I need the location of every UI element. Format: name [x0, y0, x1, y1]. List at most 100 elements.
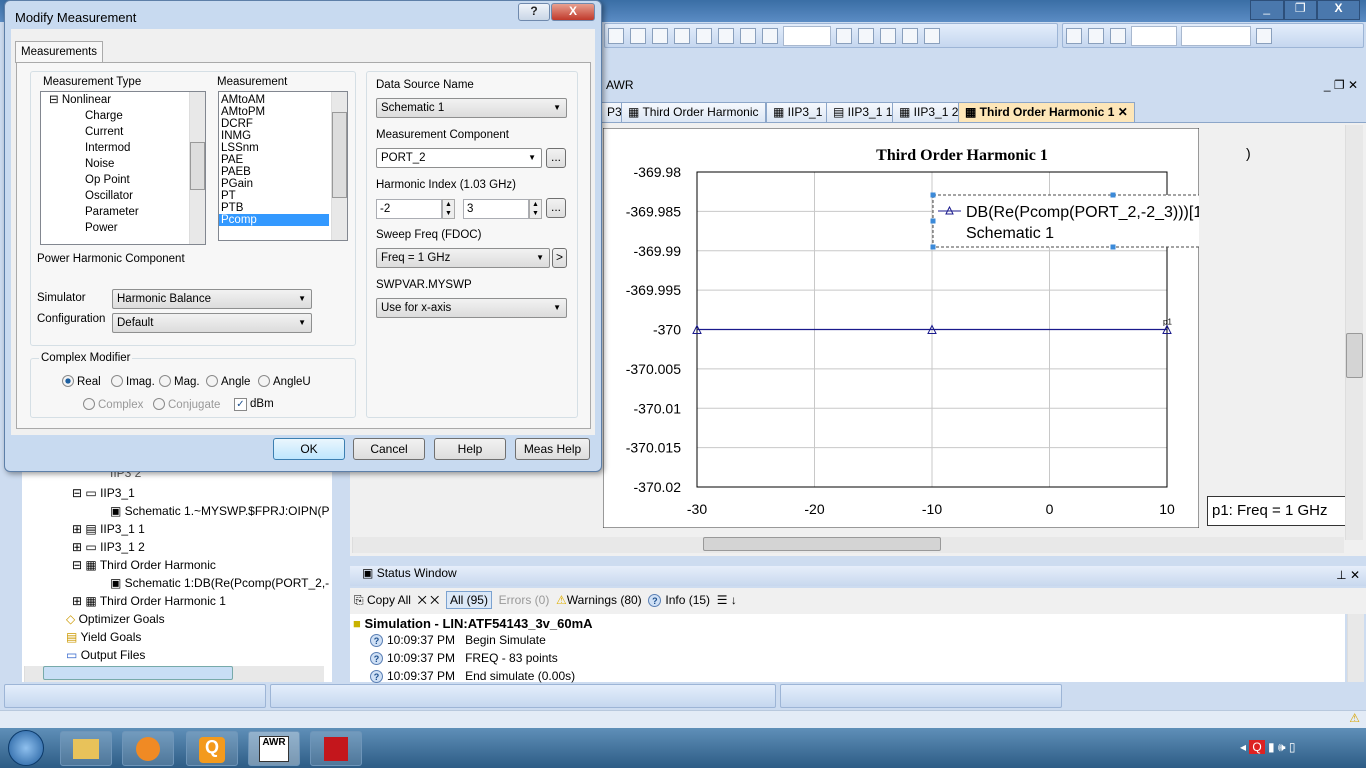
taskbar-pdf[interactable] [310, 731, 362, 766]
tool-icon[interactable] [836, 28, 852, 44]
list-item[interactable]: PGain [219, 178, 347, 190]
harmonic-index-1[interactable]: -2 [376, 199, 442, 219]
horizontal-scrollbar[interactable] [352, 537, 1344, 553]
list-item-selected[interactable]: Pcomp [219, 214, 329, 226]
list-item[interactable]: PAE [219, 154, 347, 166]
tab-third-order-harmonic-1[interactable]: ▦ Third Order Harmonic 1 ✕ [958, 102, 1135, 122]
vertical-scrollbar[interactable] [1345, 125, 1363, 540]
tool-icon[interactable] [630, 28, 646, 44]
radio-mag[interactable]: Mag. [159, 375, 200, 388]
filter-all-button[interactable]: All (95) [445, 591, 492, 609]
meas-help-button[interactable]: Meas Help [515, 438, 590, 460]
copy-all-button[interactable]: ⎘ Copy All [354, 593, 411, 607]
taskbar-explorer[interactable] [60, 731, 112, 766]
list-item[interactable]: PAEB [219, 166, 347, 178]
list-item[interactable]: INMG [219, 130, 347, 142]
tree-node[interactable]: Noise [41, 156, 205, 172]
tree-node[interactable]: Oscillator [41, 188, 205, 204]
clear-all-icon[interactable]: ✕ [430, 593, 439, 607]
sweep-next-button[interactable]: > [552, 248, 567, 268]
measurement-list[interactable]: AMtoAM AMtoPM DCRF INMG LSSnm PAE PAEB P… [218, 91, 348, 241]
radio-imag[interactable]: Imag. [111, 375, 155, 388]
component-browse-button[interactable]: ... [546, 148, 566, 168]
tool-icon[interactable] [652, 28, 668, 44]
harmonic-index-2[interactable]: 3 [463, 199, 529, 219]
up-arrow-icon[interactable] [740, 28, 756, 44]
tree-item[interactable]: ⊟ ▦ Third Order Harmonic [72, 558, 216, 572]
tool-icon[interactable] [924, 28, 940, 44]
ok-button[interactable]: OK [273, 438, 345, 460]
help-button[interactable]: Help [434, 438, 506, 460]
help-title-button[interactable]: ? [518, 3, 550, 21]
tool-icon[interactable] [718, 28, 734, 44]
pin-close-icons[interactable]: ⊥ ✕ [1336, 568, 1360, 582]
start-button[interactable] [8, 730, 44, 766]
toolbar-combo[interactable] [783, 26, 831, 46]
component-select[interactable]: PORT_2 [376, 148, 542, 168]
radio-angle[interactable]: Angle [206, 375, 250, 388]
list-item[interactable]: LSSnm [219, 142, 347, 154]
tab-third-order-harmonic[interactable]: ▦ Third Order Harmonic [621, 102, 766, 122]
harmonic-2-spinner[interactable]: ▲ ▼ [529, 199, 542, 219]
tree-item[interactable]: ▣ Schematic 1:DB(Re(Pcomp(PORT_2,- [110, 576, 329, 590]
sweep-select[interactable]: Freq = 1 GHz [376, 248, 550, 268]
tree-item[interactable]: ▣ Schematic 1.~MYSWP.$FPRJ:OIPN(P [110, 504, 330, 518]
tree-item[interactable]: ▭ Output Files [66, 648, 145, 662]
tree-item[interactable]: ⊞ ▦ Third Order Harmonic 1 [72, 594, 226, 608]
tree-node[interactable]: Charge [41, 108, 205, 124]
tool-icon[interactable] [880, 28, 896, 44]
filter-errors-button[interactable]: Errors (0) [499, 593, 550, 607]
close-button[interactable]: X [1317, 0, 1360, 20]
list-item[interactable]: AMtoPM [219, 106, 347, 118]
tool-icon[interactable] [858, 28, 874, 44]
dialog-close-button[interactable]: X [551, 3, 595, 21]
radio-angleu[interactable]: AngleU [258, 375, 311, 388]
list-item[interactable]: PTB [219, 202, 347, 214]
list-item[interactable]: DCRF [219, 118, 347, 130]
tree-node[interactable]: Power [41, 220, 205, 236]
data-source-select[interactable]: Schematic 1 [376, 98, 567, 118]
harmonic-browse-button[interactable]: ... [546, 198, 566, 218]
close-tab-icon[interactable]: ✕ [1118, 105, 1128, 119]
swpvar-select[interactable]: Use for x-axis [376, 298, 567, 318]
save-icon[interactable] [1066, 28, 1082, 44]
minimize-button[interactable]: _ [1250, 0, 1284, 20]
tree-item[interactable]: ◇ Optimizer Goals [66, 612, 165, 626]
list-item[interactable]: AMtoAM [219, 94, 347, 106]
tab-iip3-1[interactable]: ▦ IIP3_1 [766, 102, 830, 122]
clear-icon[interactable]: ✕ [418, 593, 427, 607]
tree-item[interactable]: ▤ Yield Goals [66, 630, 141, 644]
sort-icon[interactable]: ↓ [731, 593, 737, 607]
taskbar-media[interactable] [122, 731, 174, 766]
tool-icon[interactable] [674, 28, 690, 44]
dbm-checkbox[interactable]: ✓ dBm [234, 398, 274, 411]
taskbar-awr[interactable]: AWR [248, 731, 300, 766]
toolbar-combo[interactable] [1131, 26, 1177, 46]
tab-measurements[interactable]: Measurements [15, 41, 103, 63]
tool-icon[interactable] [1256, 28, 1272, 44]
simulator-select[interactable]: Harmonic Balance [112, 289, 312, 309]
tool-icon[interactable] [902, 28, 918, 44]
restore-button[interactable]: ❐ [1283, 0, 1318, 20]
tree-item[interactable]: ⊟ ▭ IIP3_1 [72, 486, 135, 500]
tab-iip3-1-2[interactable]: ▦ IIP3_1 2 [892, 102, 966, 122]
filter-warnings-button[interactable]: Warnings (80) [567, 593, 642, 607]
toolbar-combo[interactable] [1181, 26, 1251, 46]
radio-real[interactable]: Real [62, 375, 101, 388]
sim-group[interactable]: ■ Simulation - LIN:ATF54143_3v_60mA [353, 616, 593, 631]
configuration-select[interactable]: Default [112, 313, 312, 333]
down-arrow-icon[interactable] [762, 28, 778, 44]
tool-icon[interactable] [696, 28, 712, 44]
tree-hscrollbar[interactable] [24, 666, 324, 682]
cancel-button[interactable]: Cancel [353, 438, 425, 460]
down-arrow-icon[interactable] [1110, 28, 1126, 44]
tree-item[interactable]: ⊞ ▭ IIP3_1 2 [72, 540, 145, 554]
tool-icon[interactable] [608, 28, 624, 44]
tree-node[interactable]: ⊟ Nonlinear [41, 92, 205, 108]
filter-info-button[interactable]: Info (15) [665, 593, 710, 607]
status-scrollbar[interactable] [1347, 614, 1364, 682]
tree-scrollbar[interactable] [189, 92, 205, 244]
list-item[interactable]: PT [219, 190, 347, 202]
tree-item[interactable]: ⊞ ▤ IIP3_1 1 [72, 522, 145, 536]
harmonic-1-spinner[interactable]: ▲ ▼ [442, 199, 455, 219]
